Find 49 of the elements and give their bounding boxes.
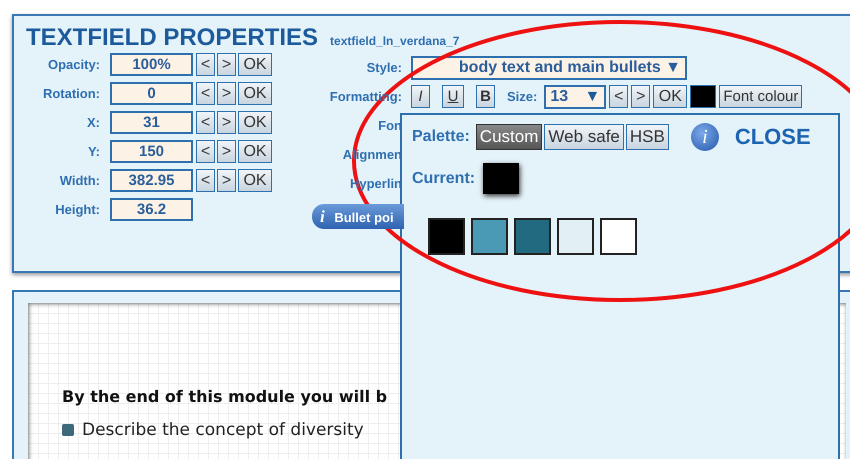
step-button[interactable]: > — [217, 169, 236, 192]
step-button[interactable]: > — [217, 111, 236, 134]
input-field[interactable]: 150 — [110, 140, 193, 163]
field-label: Width: — [58, 173, 100, 188]
format-button[interactable]: I — [411, 85, 430, 108]
close-button[interactable]: CLOSE — [734, 124, 811, 150]
size-dropdown[interactable]: 13 ▼ — [544, 84, 606, 108]
step-button[interactable]: > — [217, 53, 236, 76]
format-button[interactable]: B — [476, 85, 495, 108]
step-button[interactable]: OK — [238, 53, 272, 76]
step-button[interactable]: < — [196, 169, 215, 192]
palette-tab[interactable]: HSB — [626, 124, 669, 150]
size-label: Size: — [507, 89, 538, 104]
step-button[interactable]: < — [196, 111, 215, 134]
bullet-points-button[interactable]: i Bullet poi — [312, 204, 404, 229]
bullet-text: Describe the concept of diversity — [82, 420, 364, 440]
field-label: Height: — [54, 202, 100, 217]
palette-tab[interactable]: Web safe — [544, 124, 624, 150]
field-label: X: — [86, 115, 100, 130]
field-label: Y: — [86, 144, 100, 159]
step-button[interactable]: > — [217, 82, 236, 105]
step-button[interactable]: < — [196, 82, 215, 105]
step-button[interactable]: > — [631, 85, 650, 108]
field-label: Style: — [366, 60, 402, 75]
input-field[interactable]: 100% — [110, 53, 193, 76]
current-label: Current: — [412, 170, 476, 188]
palette-label: Palette: — [412, 128, 470, 146]
step-button[interactable]: > — [217, 140, 236, 163]
input-field[interactable]: 382.95 — [110, 169, 193, 192]
format-button[interactable]: U — [442, 85, 464, 108]
module-heading: By the end of this module you will b — [62, 387, 388, 406]
panel-subtitle: textfield_ln_verdana_7 — [330, 34, 460, 48]
step-button[interactable]: OK — [238, 169, 272, 192]
field-label: Opacity: — [46, 57, 100, 72]
field-label: Rotation: — [42, 86, 100, 101]
step-button[interactable]: OK — [653, 85, 688, 108]
step-button[interactable]: OK — [238, 82, 272, 105]
step-button[interactable]: < — [609, 85, 628, 108]
font-colour-button[interactable]: Font colour — [719, 85, 802, 108]
input-field[interactable]: 36.2 — [110, 198, 193, 221]
step-button[interactable]: < — [196, 53, 215, 76]
step-button[interactable]: OK — [238, 140, 272, 163]
step-button[interactable]: < — [196, 140, 215, 163]
panel-title: TEXTFIELD PROPERTIES — [26, 24, 318, 52]
input-field[interactable]: 31 — [110, 111, 193, 134]
style-dropdown[interactable]: body text and main bullets ▼ — [411, 56, 687, 80]
input-field[interactable]: 0 — [110, 82, 193, 105]
palette-tab[interactable]: Custom — [476, 124, 542, 150]
step-button[interactable]: OK — [238, 111, 272, 134]
